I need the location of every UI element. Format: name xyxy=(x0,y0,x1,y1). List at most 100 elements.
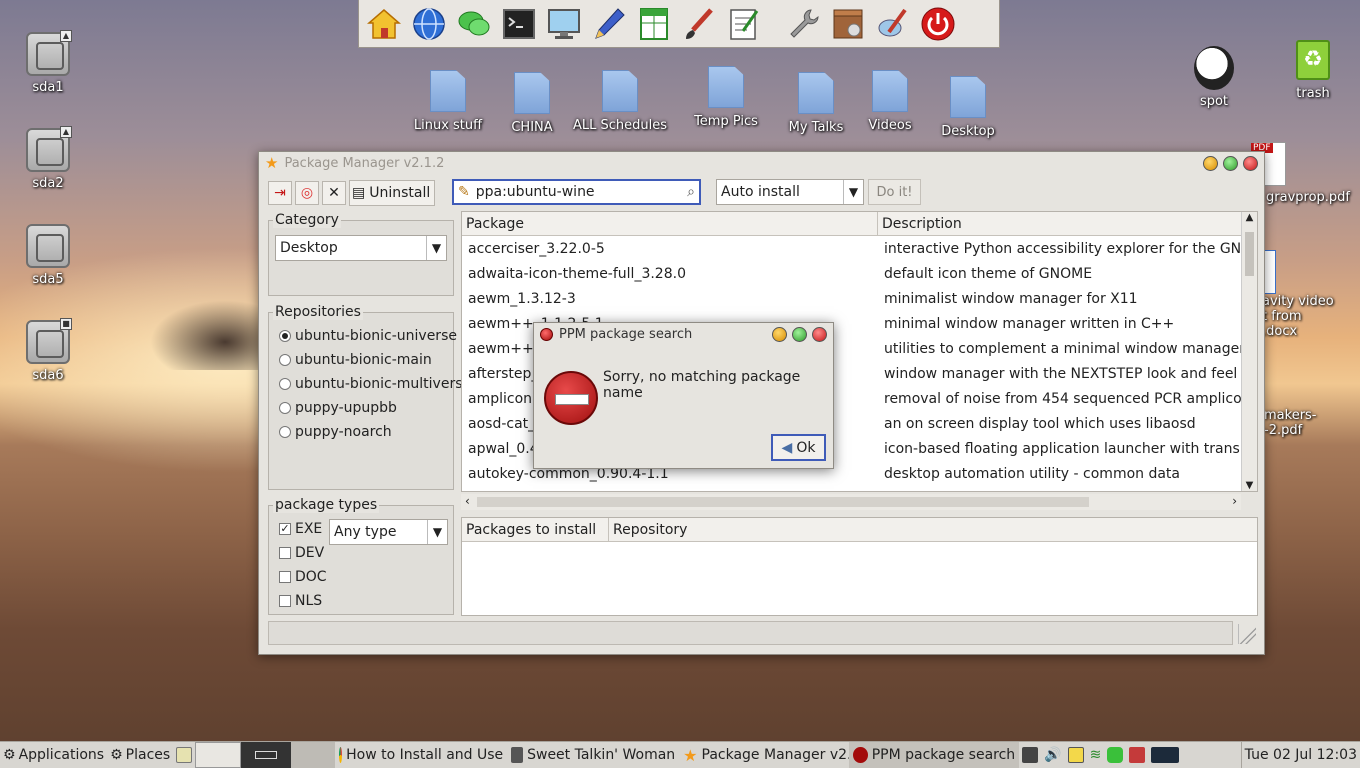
column-header-package[interactable]: Package xyxy=(462,212,878,235)
repository-option[interactable]: ubuntu-bionic-universe xyxy=(279,324,463,348)
repository-option[interactable]: ubuntu-bionic-main xyxy=(279,348,463,372)
hscroll-thumb[interactable] xyxy=(477,497,1089,507)
column-header-description[interactable]: Description xyxy=(878,212,1241,235)
table-row[interactable]: aewm_1.3.12-3 minimalist window manager f… xyxy=(462,286,1241,311)
scroll-thumb[interactable] xyxy=(1245,232,1254,276)
close-button[interactable] xyxy=(1243,155,1258,171)
search-icon[interactable]: ⌕ xyxy=(687,184,695,200)
checkbox[interactable] xyxy=(279,571,291,583)
minimize-button[interactable] xyxy=(1203,155,1218,171)
workspace-3[interactable] xyxy=(291,742,336,768)
doit-button[interactable]: Do it! xyxy=(868,179,921,205)
scroll-left-icon[interactable]: ‹ xyxy=(465,494,470,508)
package-type-select[interactable]: Any type ▼ xyxy=(329,519,448,545)
maximize-button[interactable] xyxy=(792,326,807,342)
dialog-titlebar[interactable]: PPM package search xyxy=(534,323,833,345)
ppm-tray-icon[interactable] xyxy=(1067,747,1084,763)
search-input[interactable]: ✎ ppa:ubuntu-wine ⌕ xyxy=(452,179,701,205)
globe-icon[interactable] xyxy=(410,5,448,43)
workspace-1[interactable] xyxy=(195,742,242,768)
radio[interactable] xyxy=(279,354,291,366)
horizontal-scrollbar[interactable]: ‹ › xyxy=(461,494,1241,510)
chat-icon[interactable] xyxy=(455,5,493,43)
desktop-folder-linux-stuff[interactable]: Linux stuff xyxy=(410,70,486,133)
desktop-drive-sda2[interactable]: ▲ sda2 xyxy=(22,126,74,191)
applications-menu[interactable]: ⚙ Applications xyxy=(0,742,107,768)
wifi-icon[interactable]: ≋ xyxy=(1090,747,1102,763)
clock[interactable]: Tue 02 Jul 12:03 xyxy=(1240,742,1360,768)
desktop-folder-temp-pics[interactable]: Temp Pics xyxy=(688,66,764,129)
hardware-icon[interactable] xyxy=(874,5,912,43)
desktop-spot[interactable]: spot xyxy=(1188,46,1240,109)
radio-selected[interactable] xyxy=(279,330,291,342)
desktop-drive-sda1[interactable]: ▲ sda1 xyxy=(22,30,74,95)
desktop-drive-sda6[interactable]: ■ sda6 xyxy=(22,318,74,383)
minimize-button[interactable] xyxy=(772,326,787,342)
repository-option[interactable]: puppy-noarch xyxy=(279,420,463,444)
uninstall-button[interactable]: ▤ Uninstall xyxy=(349,180,436,206)
workspace-2[interactable] xyxy=(241,742,292,768)
window-titlebar[interactable]: ★ Package Manager v2.1.2 xyxy=(259,152,1264,174)
desktop-pdf-file[interactable]: PDF gravprop.pdf xyxy=(1251,142,1360,205)
desktop-folder-videos[interactable]: Videos xyxy=(862,70,918,133)
notepad-icon[interactable] xyxy=(725,5,763,43)
pen-icon[interactable] xyxy=(590,5,628,43)
package-icon[interactable] xyxy=(829,5,867,43)
table-row[interactable]: accerciser_3.22.0-5 interactive Python ac… xyxy=(462,236,1241,261)
desktop-folder-desktop[interactable]: Desktop xyxy=(936,76,1000,139)
desktop-drive-sda5[interactable]: sda5 xyxy=(22,224,74,287)
show-desktop-button[interactable] xyxy=(173,742,195,768)
column-header-packages-to-install[interactable]: Packages to install xyxy=(462,518,609,541)
desktop-makers-file[interactable]: makers- -2.pdf xyxy=(1264,408,1360,438)
home-icon[interactable] xyxy=(365,5,403,43)
taskbar-item-browser[interactable]: How to Install and Use xyxy=(335,742,507,768)
terminal-icon[interactable] xyxy=(500,5,538,43)
checkbox-checked[interactable]: ✓ xyxy=(279,523,291,535)
type-nls-checkbox[interactable]: NLS xyxy=(279,589,327,613)
category-select[interactable]: Desktop ▼ xyxy=(275,235,447,261)
desktop-folder-all-schedules[interactable]: ALL Schedules xyxy=(568,70,672,133)
firewall-icon[interactable] xyxy=(1129,747,1146,763)
volume-icon[interactable]: 🔊 xyxy=(1044,747,1061,763)
paint-brush-icon[interactable] xyxy=(680,5,718,43)
resize-grip-icon[interactable] xyxy=(1238,624,1256,644)
desktop-folder-china[interactable]: CHINA xyxy=(500,72,564,135)
radio[interactable] xyxy=(279,402,291,414)
exit-icon[interactable]: ⇥ xyxy=(268,181,292,205)
places-menu[interactable]: ⚙ Places xyxy=(107,742,173,768)
spreadsheet-icon[interactable] xyxy=(635,5,673,43)
repository-option[interactable]: ubuntu-bionic-multivers xyxy=(279,372,463,396)
column-header-repository[interactable]: Repository xyxy=(609,518,1257,541)
repository-option[interactable]: puppy-upupbb xyxy=(279,396,463,420)
radio[interactable] xyxy=(279,426,291,438)
film-icon[interactable] xyxy=(1022,747,1039,763)
desktop-folder-my-talks[interactable]: My Talks xyxy=(782,72,850,135)
desktop-docx-file[interactable]: avity video t from .docx xyxy=(1262,250,1360,339)
close-button[interactable] xyxy=(812,326,827,342)
table-row[interactable]: adwaita-icon-theme-full_3.28.0 default ic… xyxy=(462,261,1241,286)
scroll-right-icon[interactable]: › xyxy=(1232,494,1237,508)
checkbox[interactable] xyxy=(279,595,291,607)
scroll-down-icon[interactable]: ▼ xyxy=(1242,480,1257,491)
wrench-icon[interactable] xyxy=(784,5,822,43)
help-lifebuoy-icon[interactable]: ◎ xyxy=(295,181,319,205)
type-doc-checkbox[interactable]: DOC xyxy=(279,565,327,589)
storage-icon[interactable] xyxy=(1107,747,1124,763)
vertical-scrollbar[interactable]: ▲ ▼ xyxy=(1241,212,1257,491)
ok-button[interactable]: ◀ Ok xyxy=(771,434,826,461)
install-mode-select[interactable]: Auto install ▼ xyxy=(716,179,864,205)
type-exe-checkbox[interactable]: ✓ EXE xyxy=(279,517,327,541)
monitor-icon[interactable] xyxy=(545,5,583,43)
taskbar-item-package-manager[interactable]: ★ Package Manager v2.1 xyxy=(679,742,849,768)
radio[interactable] xyxy=(279,378,291,390)
power-icon[interactable] xyxy=(919,5,957,43)
scroll-up-icon[interactable]: ▲ xyxy=(1242,212,1257,223)
desktop-trash[interactable]: ♻ trash xyxy=(1286,40,1340,101)
maximize-button[interactable] xyxy=(1223,155,1238,171)
checkbox[interactable] xyxy=(279,547,291,559)
tools-icon[interactable]: ✕ xyxy=(322,181,346,205)
taskbar-item-media[interactable]: Sweet Talkin' Woman xyxy=(507,742,679,768)
type-dev-checkbox[interactable]: DEV xyxy=(279,541,327,565)
drive-icon: ▲ xyxy=(26,30,72,76)
taskbar-item-ppm-search[interactable]: PPM package search xyxy=(849,742,1020,768)
